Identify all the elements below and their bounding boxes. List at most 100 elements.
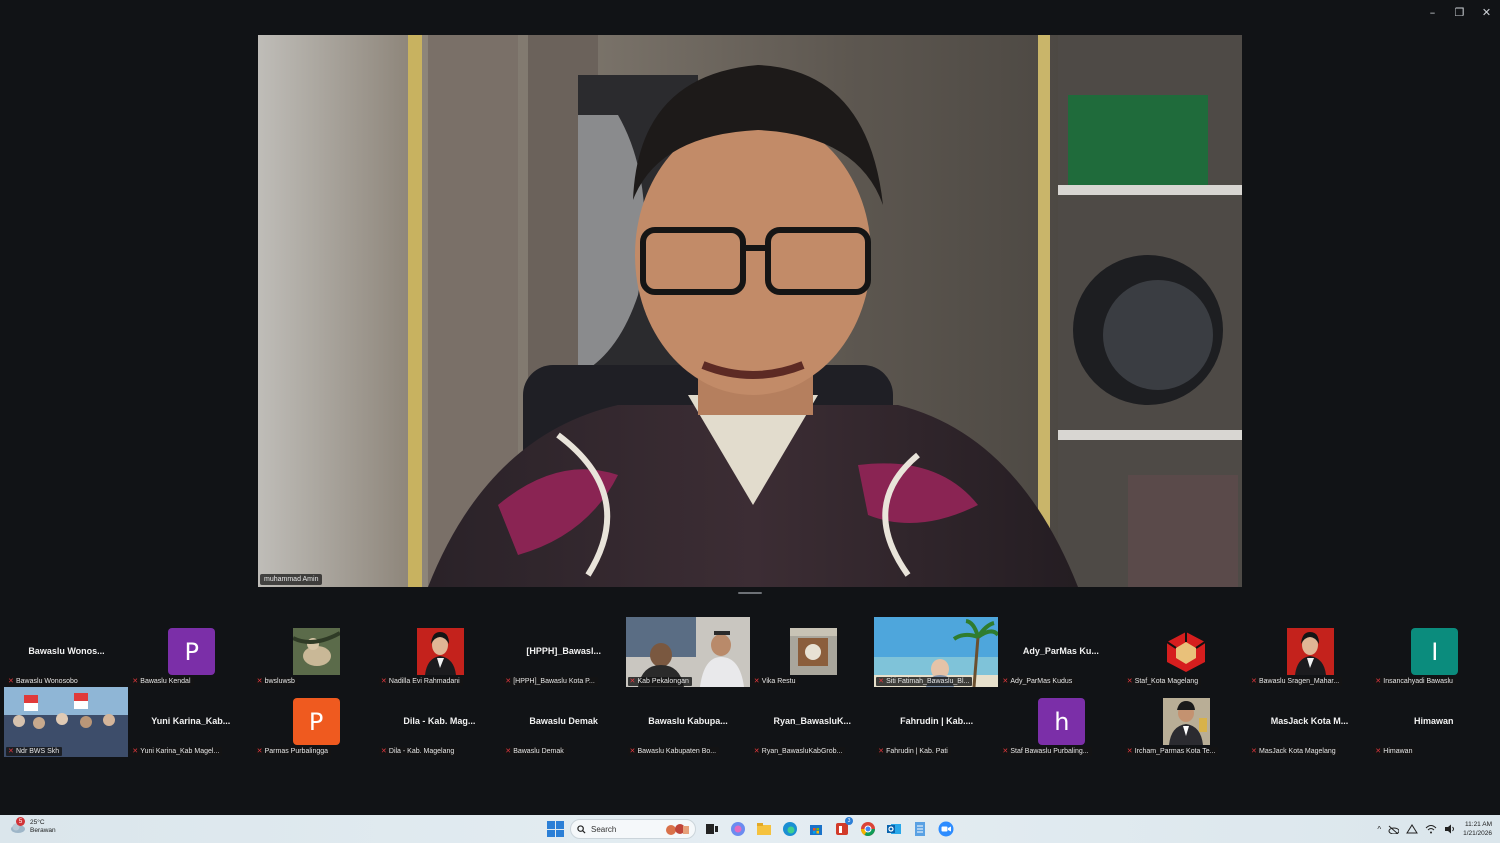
participant-tile[interactable]: ✕ Vika Restu [749, 617, 875, 687]
participant-tile[interactable]: Ryan_BawasluK... ✕ Ryan_BawasluKabGrob... [749, 687, 875, 757]
mic-muted-icon: ✕ [505, 678, 512, 685]
mic-muted-icon: ✕ [1126, 678, 1133, 685]
participant-name: Ircham_Parmas Kota Te... [1134, 748, 1216, 755]
participant-tile[interactable]: Bawaslu Kabupa... ✕ Bawaslu Kabupaten Bo..… [625, 687, 751, 757]
windows-start-icon[interactable] [546, 820, 564, 838]
participant-name-label: ✕ Himawan [1373, 747, 1416, 756]
task-view-icon[interactable] [702, 819, 722, 839]
participant-name-label: ✕ Ady_ParMas Kudus [1000, 677, 1076, 686]
participant-name: Yuni Karina_Kab Magel... [140, 748, 220, 755]
participant-name: Bawaslu Sragen_Mahar... [1259, 678, 1340, 685]
participant-name-label: ✕ Vika Restu [751, 677, 799, 686]
participant-name-label: ✕ Bawaslu Wonosobo [6, 677, 81, 686]
participant-name: Himawan [1383, 748, 1413, 755]
participant-name: Ady_ParMas Kudus [1010, 678, 1073, 685]
taskbar-search[interactable]: Search [570, 819, 696, 839]
gallery-resize-handle[interactable] [738, 592, 762, 594]
chevron-up-icon[interactable]: ^ [1377, 825, 1381, 834]
mic-muted-icon: ✕ [1251, 678, 1257, 685]
participant-name-label: ✕ Staf_Kota Magelang [1124, 677, 1202, 686]
participant-tile[interactable]: ✕ Kab Pekalongan [625, 617, 751, 687]
participant-name: bwsluwsb [264, 678, 295, 685]
gallery-row-1: Bawaslu Wonos... ✕ Bawaslu Wonosobo P ✕ Bawas… [4, 617, 1497, 687]
participant-name: Bawaslu Demak [513, 748, 564, 755]
taskbar-clock[interactable]: 11:21 AM 1/21/2026 [1463, 820, 1492, 838]
participant-name-label: ✕ Staf Bawaslu Purbaling... [1000, 747, 1092, 756]
participant-tile[interactable]: Ady_ParMas Ku... ✕ Ady_ParMas Kudus [998, 617, 1124, 687]
participant-name-label: ✕ Fahrudin | Kab. Pati [876, 747, 951, 756]
participant-profile-photo [1162, 698, 1210, 745]
participant-tile[interactable]: Yuni Karina_Kab... ✕ Yuni Karina_Kab Magel… [128, 687, 254, 757]
participant-tile[interactable]: ✕ Ircham_Parmas Kota Te... [1122, 687, 1248, 757]
office-icon[interactable]: 3 [832, 817, 853, 839]
weather-desc: Berawan [30, 827, 56, 834]
participant-name: Nadilla Evi Rahmadani [388, 678, 460, 685]
volume-icon[interactable] [1444, 824, 1456, 834]
participant-tile[interactable]: Himawan ✕ Himawan [1371, 687, 1497, 757]
participant-display-name: Bawaslu Kabupa... [648, 716, 728, 726]
store-icon[interactable] [806, 819, 826, 839]
minimize-button[interactable]: – [1419, 0, 1446, 24]
close-button[interactable]: ✕ [1473, 0, 1500, 24]
copilot-icon[interactable] [728, 819, 748, 839]
zoom-icon[interactable] [936, 819, 956, 839]
restore-button[interactable]: ❐ [1446, 0, 1473, 24]
participant-display-name: Ady_ParMas Ku... [1022, 646, 1099, 656]
participant-name-label: ✕ [HPPH]_Bawaslu Kota P... [503, 677, 598, 686]
participant-tile[interactable]: ✕ bwsluwsb [252, 617, 378, 687]
participant-display-name: Dila - Kab. Mag... [403, 716, 476, 726]
participant-tile[interactable]: ✕ Staf_Kota Magelang [1122, 617, 1248, 687]
participant-tile[interactable]: ✕ Nadilla Evi Rahmadani [376, 617, 502, 687]
location-icon[interactable] [1406, 824, 1418, 834]
participant-tile[interactable]: Bawaslu Wonos... ✕ Bawaslu Wonosobo [4, 617, 129, 687]
participant-name: Insancahyadi Bawaslu [1383, 678, 1453, 685]
participant-tile[interactable]: Bawaslu Demak ✕ Bawaslu Demak [501, 687, 627, 757]
participant-tile[interactable]: h ✕ Staf Bawaslu Purbaling... [998, 687, 1124, 757]
participant-name: Vika Restu [761, 678, 796, 685]
participant-name-label: ✕ Bawaslu Sragen_Mahar... [1249, 677, 1343, 686]
participant-name-label: ✕ Ryan_BawasluKabGrob... [751, 747, 846, 756]
participant-tile[interactable]: MasJack Kota M... ✕ MasJack Kota Magelang [1247, 687, 1372, 757]
participant-display-name: Fahrudin | Kab.... [900, 716, 974, 726]
windows-taskbar: 5 25°C Berawan Search 3 ^ 11:21 AM 1/21/… [0, 815, 1500, 843]
participant-display-name: Yuni Karina_Kab... [151, 716, 231, 726]
active-speaker-video[interactable]: muhammad Amin [258, 35, 1242, 587]
weather-widget[interactable]: 5 25°C Berawan [10, 817, 56, 835]
chrome-icon[interactable] [858, 819, 878, 839]
search-highlight-icon [666, 824, 689, 835]
participant-avatar: P [292, 698, 340, 745]
participant-name-label: ✕ Insancahyadi Bawaslu [1373, 677, 1456, 686]
participant-name: Ryan_BawasluKabGrob... [761, 748, 843, 755]
mic-muted-icon: ✕ [1126, 748, 1133, 755]
search-icon [577, 824, 586, 834]
participant-avatar: I [1411, 628, 1459, 675]
participant-display-name: [HPPH]_Bawasl... [526, 646, 601, 656]
participant-tile[interactable]: [HPPH]_Bawasl... ✕ [HPPH]_Bawaslu Kota P..… [501, 617, 627, 687]
participant-name-label: ✕ Bawaslu Kendal [130, 677, 194, 686]
edge-icon[interactable] [780, 819, 800, 839]
outlook-icon[interactable] [884, 819, 904, 839]
notepad-icon[interactable] [910, 819, 930, 839]
participant-name-label: ✕ Dila - Kab. Magelang [378, 747, 458, 756]
mic-muted-icon: ✕ [132, 748, 139, 755]
participant-tile[interactable]: ✕ Ndr BWS Skh [4, 687, 129, 757]
participant-name: MasJack Kota Magelang [1259, 748, 1336, 755]
participant-tile[interactable]: ✕ Siti Fatimah_Bawaslu_Bl... [874, 617, 1000, 687]
participant-tile[interactable]: ✕ Bawaslu Sragen_Mahar... [1247, 617, 1372, 687]
participant-tile[interactable]: Dila - Kab. Mag... ✕ Dila - Kab. Magelang [376, 687, 502, 757]
participant-name: Staf Bawaslu Purbaling... [1010, 748, 1089, 755]
participant-tile[interactable]: Fahrudin | Kab.... ✕ Fahrudin | Kab. Pati [874, 687, 1000, 757]
speaker-name-tag: muhammad Amin [260, 574, 323, 585]
participant-profile-photo [1287, 628, 1334, 675]
participant-profile-photo [292, 628, 340, 675]
participant-name-label: ✕ Yuni Karina_Kab Magel... [130, 747, 223, 756]
taskbar-center: Search 3 [546, 817, 956, 839]
speaker-video-frame [258, 35, 1242, 587]
file-explorer-icon[interactable] [754, 819, 774, 839]
onedrive-icon[interactable] [1388, 825, 1400, 834]
wifi-icon[interactable] [1425, 824, 1437, 834]
participant-tile[interactable]: P ✕ Bawaslu Kendal [128, 617, 254, 687]
participant-tile[interactable]: P ✕ Parmas Purbalingga [252, 687, 378, 757]
participant-tile[interactable]: I ✕ Insancahyadi Bawaslu [1371, 617, 1497, 687]
participant-name: Bawaslu Wonosobo [16, 678, 78, 685]
